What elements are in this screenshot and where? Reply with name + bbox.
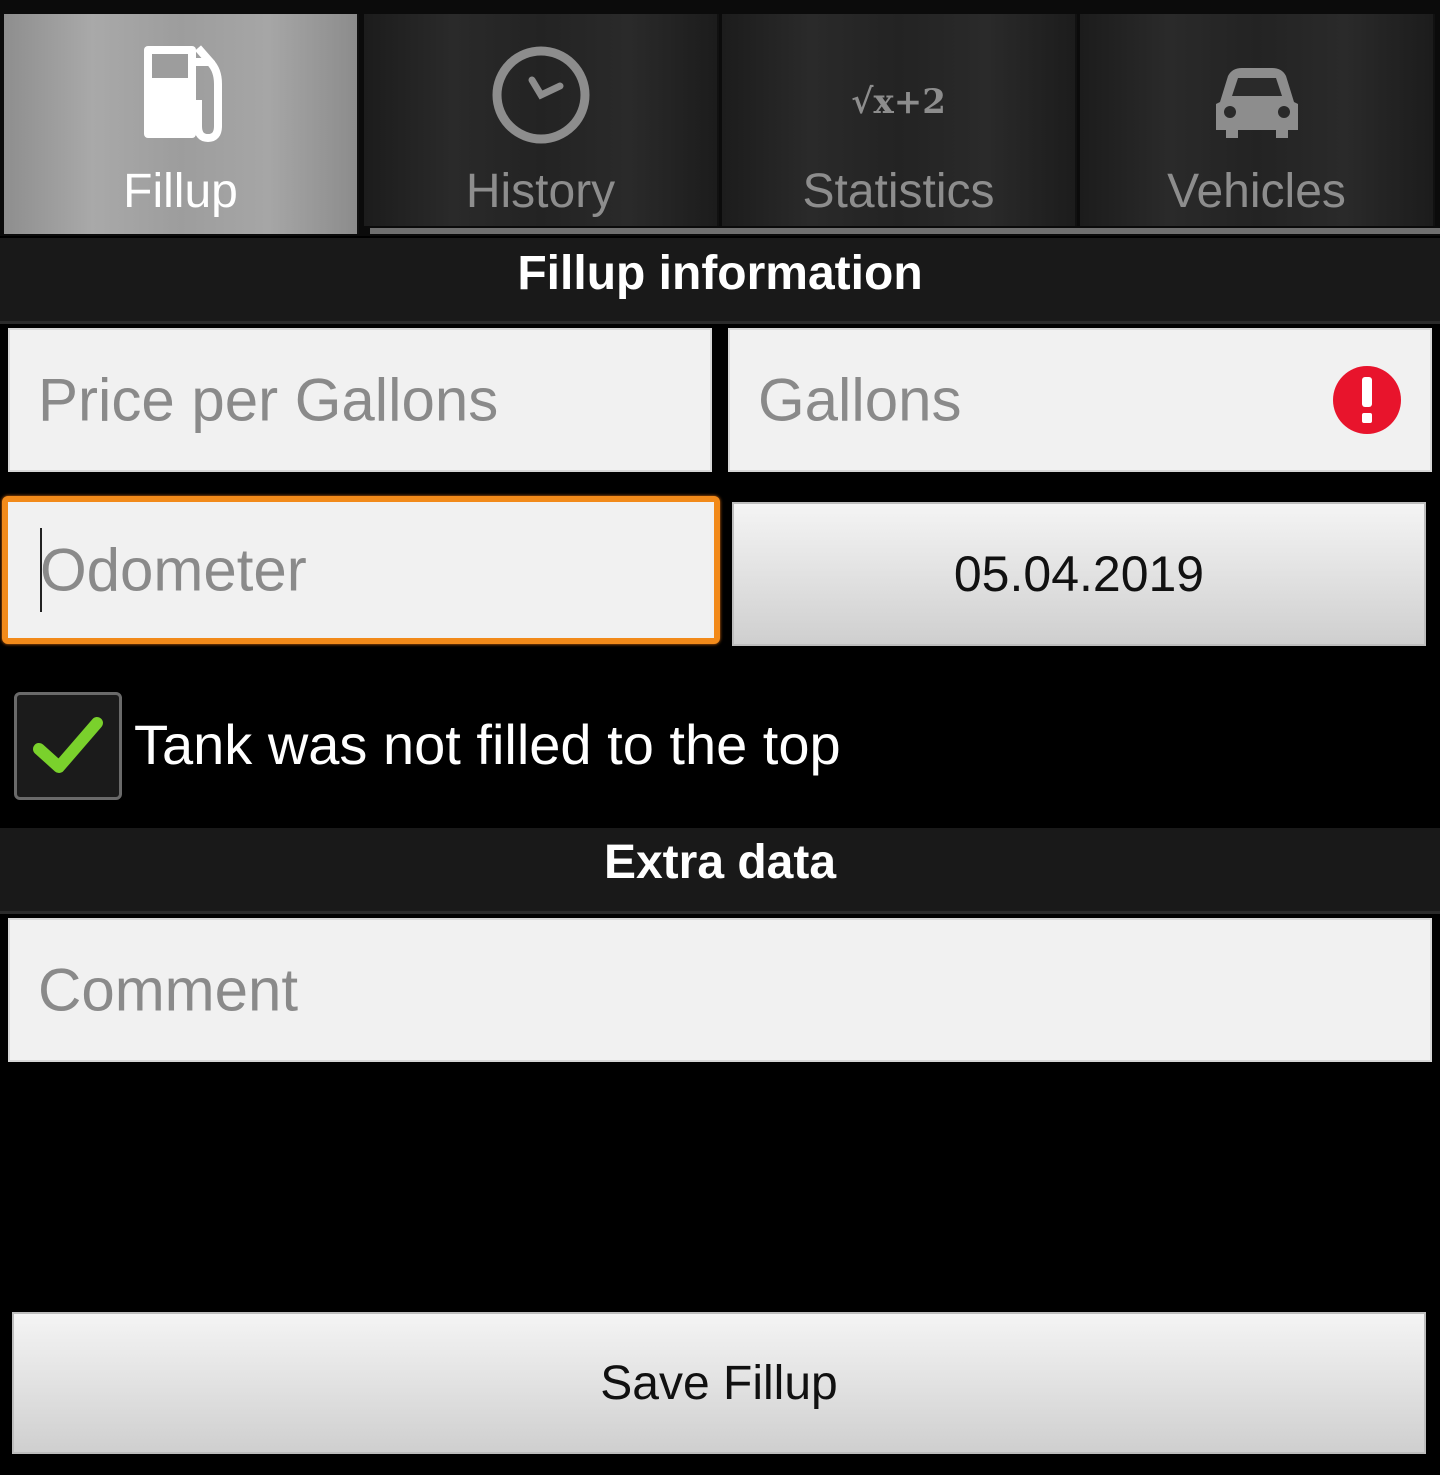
sqrt-formula-text: √x+2 [851, 82, 946, 122]
tab-divider [370, 228, 1440, 234]
save-fillup-button[interactable]: Save Fillup [12, 1312, 1426, 1454]
car-icon [1215, 68, 1298, 138]
checkmark-icon [33, 717, 103, 773]
odometer-field[interactable]: Odometer [2, 496, 720, 644]
price-per-gallon-field[interactable]: Price per Gallons [8, 328, 712, 472]
tab-label: Vehicles [1167, 165, 1346, 218]
odometer-placeholder: Odometer [40, 536, 307, 604]
clock-icon [492, 46, 589, 144]
date-picker-button[interactable]: 05.04.2019 [732, 502, 1426, 646]
tab-vehicles[interactable]: Vehicles [1080, 14, 1435, 226]
tank-not-full-label: Tank was not filled to the top [134, 713, 841, 776]
section-header-extra-data: Extra data [0, 828, 1440, 914]
section-header-fillup-information: Fillup information [0, 238, 1440, 324]
gallons-placeholder: Gallons [758, 366, 962, 434]
gallons-field[interactable]: Gallons [728, 328, 1432, 472]
price-per-gallon-placeholder: Price per Gallons [38, 366, 499, 434]
fuel-pump-icon [143, 45, 222, 143]
tab-label: Statistics [802, 165, 995, 218]
tank-not-full-checkbox[interactable] [14, 692, 122, 800]
tab-bar: Fillup History √x+2 Statistics Vehicles [0, 0, 1440, 236]
sqrt-formula-icon: √x+2 [844, 40, 954, 150]
tab-label: History [465, 165, 616, 218]
comment-field[interactable]: Comment [8, 918, 1432, 1062]
tab-fillup[interactable]: Fillup [4, 14, 359, 234]
error-icon [1333, 366, 1401, 434]
tab-statistics[interactable]: √x+2 Statistics [722, 14, 1077, 226]
tab-history[interactable]: History [364, 14, 719, 226]
comment-placeholder: Comment [38, 956, 299, 1024]
tab-label: Fillup [123, 165, 238, 218]
